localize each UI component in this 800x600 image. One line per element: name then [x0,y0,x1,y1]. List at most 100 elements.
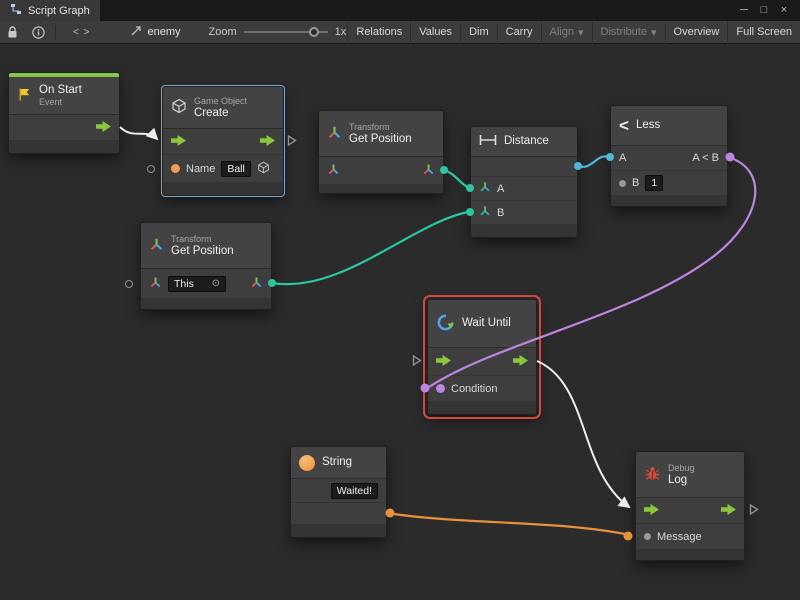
boolean-port-dot[interactable] [436,384,445,393]
string-value-field[interactable]: Waited! [331,483,378,499]
wire-string-to-log-message [387,513,630,535]
zoom-slider[interactable] [244,25,328,39]
field-value: Ball [227,163,245,175]
zoom-value: 1x [335,26,347,38]
node-get-position-bottom[interactable]: Transform Get Position This ⊙ [140,222,272,310]
button-label: Full Screen [736,26,792,38]
button-label: Align [550,26,574,38]
button-label: Relations [356,26,402,38]
object-picker-icon[interactable]: ⊙ [212,279,220,289]
node-footer [9,141,119,153]
b-value-field[interactable]: 1 [645,175,663,191]
graph-toolbar: < > enemy Zoom 1x Relations Values Dim C… [0,21,800,44]
maximize-icon[interactable]: □ [754,0,774,21]
button-label: Distribute [601,26,647,38]
info-icon[interactable] [25,21,52,44]
node-footer [291,525,386,537]
fullscreen-button[interactable]: Full Screen [727,21,800,44]
node-footer [611,196,727,206]
minimize-icon[interactable]: ─ [734,0,754,21]
close-icon[interactable]: × [774,0,794,21]
button-label: Values [419,26,452,38]
lock-icon[interactable] [0,21,25,44]
vector3-output-port[interactable] [422,163,435,179]
bug-icon [644,465,661,485]
button-label: Overview [674,26,720,38]
flag-icon [17,87,32,105]
node-less[interactable]: < Less A A < B B 1 [610,105,728,207]
carry-button[interactable]: Carry [497,21,541,44]
less-icon: < [619,116,629,136]
node-subtitle: Event [39,97,82,108]
cube-icon [171,98,187,117]
unconnected-flow-icon[interactable] [287,134,297,149]
name-field[interactable]: Ball [221,161,251,177]
node-footer [141,299,271,309]
node-on-start-event[interactable]: On Start Event [8,72,120,154]
port-label: B [497,207,504,219]
tab-script-graph[interactable]: Script Graph [0,0,100,21]
chevron-down-icon: ▾ [578,26,584,39]
vector3-port-icon[interactable] [479,181,491,196]
zoom-label: Zoom [209,26,237,38]
node-category: Game Object [194,96,247,107]
unconnected-flow-icon[interactable] [749,503,759,518]
node-footer [428,402,536,414]
align-button[interactable]: Align ▾ [541,21,592,44]
node-footer [163,183,283,195]
float-output-row[interactable] [471,157,577,177]
wire-waituntil-to-log [537,361,629,507]
window-controls: ─ □ × [734,0,800,21]
port-label: Condition [451,383,497,395]
wait-clock-icon [436,313,455,335]
flow-input-port[interactable] [644,504,659,518]
flow-output-port[interactable] [260,135,275,149]
values-button[interactable]: Values [410,21,460,44]
node-category: Transform [349,122,412,133]
unconnected-flow-icon[interactable] [412,354,422,369]
node-get-position-top[interactable]: Transform Get Position [318,110,444,194]
flow-output-port[interactable] [96,121,111,135]
string-output-row[interactable] [291,503,386,525]
node-wait-until[interactable]: Wait Until Condition [427,299,537,415]
target-field[interactable]: This ⊙ [168,276,226,292]
node-footer [636,550,744,560]
value-port-dot[interactable] [619,180,626,187]
button-label: Carry [506,26,533,38]
node-title: Log [668,474,695,487]
transform-input-port[interactable] [327,163,340,179]
dim-button[interactable]: Dim [460,21,497,44]
graph-name: enemy [147,26,180,38]
graph-breadcrumb[interactable]: enemy [130,25,180,40]
node-game-object-create[interactable]: Game Object Create Name Ball [162,86,284,196]
port-label: Message [657,531,702,543]
overview-button[interactable]: Overview [665,21,728,44]
distribute-button[interactable]: Distribute▾ [592,21,665,44]
graph-canvas[interactable]: On Start Event Game Object Create [0,44,800,600]
value-port-ring[interactable] [125,280,133,288]
node-distance[interactable]: Distance A B [470,126,578,238]
flow-output-port[interactable] [721,504,736,518]
string-port-dot[interactable] [171,164,180,173]
port-label: A [619,152,626,164]
relations-button[interactable]: Relations [347,21,410,44]
node-debug-log[interactable]: Debug Log Message [635,451,745,561]
port-label: Name [186,163,215,175]
transform-input-port[interactable] [149,276,162,292]
value-port-dot[interactable] [644,533,651,540]
code-icon[interactable]: < > [59,21,104,44]
button-label: Dim [469,26,489,38]
flow-input-port[interactable] [171,135,186,149]
node-title: Get Position [171,245,234,258]
value-port-ring[interactable] [147,165,155,173]
node-title: On Start [39,84,82,97]
graph-asset-icon [130,25,142,40]
node-string[interactable]: String Waited! [290,446,387,538]
field-value: Waited! [337,485,372,497]
vector3-port-icon[interactable] [479,205,491,220]
flow-input-port[interactable] [436,355,451,369]
node-title: Distance [504,135,549,148]
flow-output-port[interactable] [513,355,528,369]
zoom-slider-knob[interactable] [309,27,319,37]
vector3-output-port[interactable] [250,276,263,292]
